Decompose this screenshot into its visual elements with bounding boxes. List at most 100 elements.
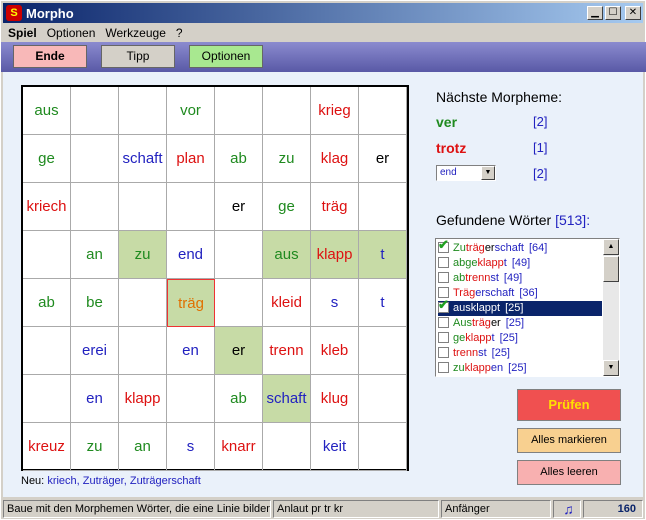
- grid-cell-6-6[interactable]: klug: [311, 375, 359, 423]
- grid-cell-3-1[interactable]: an: [71, 231, 119, 279]
- found-word-item[interactable]: Trägerschaft [36]: [438, 286, 602, 301]
- grid-cell-4-4[interactable]: [215, 279, 263, 327]
- grid-cell-2-5[interactable]: ge: [263, 183, 311, 231]
- found-word-item[interactable]: ausklappt [25]: [438, 298, 602, 316]
- scroll-thumb[interactable]: [603, 256, 619, 282]
- found-word-item[interactable]: Zuträgerschaft [64]: [438, 238, 602, 256]
- grid-cell-5-0[interactable]: [23, 327, 71, 375]
- grid-cell-2-7[interactable]: [359, 183, 407, 231]
- grid-cell-6-3[interactable]: [167, 375, 215, 423]
- grid-cell-1-0[interactable]: ge: [23, 135, 71, 183]
- grid-cell-1-3[interactable]: plan: [167, 135, 215, 183]
- grid-cell-6-2[interactable]: klapp: [119, 375, 167, 423]
- scroll-down-icon[interactable]: ▼: [603, 360, 619, 376]
- tip-button[interactable]: Tipp: [101, 45, 175, 68]
- found-word-item[interactable]: abtrennst [49]: [438, 271, 602, 286]
- grid-cell-4-0[interactable]: ab: [23, 279, 71, 327]
- grid-cell-7-4[interactable]: knarr: [215, 423, 263, 471]
- grid-cell-5-4[interactable]: er: [215, 327, 263, 375]
- grid-cell-6-1[interactable]: en: [71, 375, 119, 423]
- grid-cell-5-6[interactable]: kleb: [311, 327, 359, 375]
- grid-cell-4-5[interactable]: kleid: [263, 279, 311, 327]
- grid-cell-4-3[interactable]: träg: [167, 279, 215, 327]
- menu-spiel[interactable]: Spiel: [3, 26, 42, 40]
- menu-help[interactable]: ?: [171, 26, 188, 40]
- close-button[interactable]: ✕: [625, 6, 641, 20]
- checkbox[interactable]: [438, 332, 449, 343]
- grid-cell-5-1[interactable]: erei: [71, 327, 119, 375]
- grid-cell-5-5[interactable]: trenn: [263, 327, 311, 375]
- grid-cell-0-2[interactable]: [119, 87, 167, 135]
- minimize-button[interactable]: ▁: [587, 6, 603, 20]
- grid-cell-5-7[interactable]: [359, 327, 407, 375]
- grid-cell-1-5[interactable]: zu: [263, 135, 311, 183]
- grid-cell-4-1[interactable]: be: [71, 279, 119, 327]
- checkbox[interactable]: [438, 238, 449, 253]
- grid-cell-2-3[interactable]: [167, 183, 215, 231]
- options-button[interactable]: Optionen: [189, 45, 263, 68]
- grid-cell-2-2[interactable]: [119, 183, 167, 231]
- grid-cell-1-4[interactable]: ab: [215, 135, 263, 183]
- found-word-item[interactable]: abgeklappt [49]: [438, 256, 602, 271]
- scroll-up-icon[interactable]: ▲: [603, 239, 619, 255]
- menu-werkzeuge[interactable]: Werkzeuge: [100, 26, 170, 40]
- chevron-down-icon[interactable]: ▼: [481, 166, 495, 180]
- end-button[interactable]: Ende: [13, 45, 87, 68]
- grid-cell-2-1[interactable]: [71, 183, 119, 231]
- menu-optionen[interactable]: Optionen: [42, 26, 101, 40]
- grid-cell-5-3[interactable]: en: [167, 327, 215, 375]
- grid-cell-0-0[interactable]: aus: [23, 87, 71, 135]
- grid-cell-1-1[interactable]: [71, 135, 119, 183]
- grid-cell-2-6[interactable]: träg: [311, 183, 359, 231]
- music-note-icon[interactable]: ♫: [553, 500, 581, 518]
- grid-cell-0-5[interactable]: [263, 87, 311, 135]
- grid-cell-7-5[interactable]: [263, 423, 311, 471]
- grid-cell-3-3[interactable]: end: [167, 231, 215, 279]
- found-words-list[interactable]: ▲ ▼ Zuträgerschaft[64]abgeklappt[49]abtr…: [435, 238, 620, 377]
- found-word-item[interactable]: Austräger [25]: [438, 316, 602, 331]
- checkbox[interactable]: [438, 317, 449, 328]
- next-morpheme-combo[interactable]: end ▼: [436, 165, 496, 181]
- grid-cell-0-4[interactable]: [215, 87, 263, 135]
- grid-cell-0-7[interactable]: [359, 87, 407, 135]
- grid-cell-1-2[interactable]: schaft: [119, 135, 167, 183]
- grid-cell-7-2[interactable]: an: [119, 423, 167, 471]
- grid-cell-7-6[interactable]: keit: [311, 423, 359, 471]
- grid-cell-0-1[interactable]: [71, 87, 119, 135]
- grid-cell-2-4[interactable]: er: [215, 183, 263, 231]
- mark-all-button[interactable]: Alles markieren: [517, 428, 621, 453]
- grid-cell-3-2[interactable]: zu: [119, 231, 167, 279]
- maximize-button[interactable]: ☐: [605, 6, 621, 20]
- grid-cell-6-0[interactable]: [23, 375, 71, 423]
- grid-cell-7-7[interactable]: [359, 423, 407, 471]
- grid-cell-7-3[interactable]: s: [167, 423, 215, 471]
- grid-cell-7-0[interactable]: kreuz: [23, 423, 71, 471]
- checkbox[interactable]: [438, 362, 449, 373]
- grid-cell-4-2[interactable]: [119, 279, 167, 327]
- grid-cell-7-1[interactable]: zu: [71, 423, 119, 471]
- grid-cell-6-7[interactable]: [359, 375, 407, 423]
- grid-cell-0-3[interactable]: vor: [167, 87, 215, 135]
- grid-cell-5-2[interactable]: [119, 327, 167, 375]
- grid-cell-6-5[interactable]: schaft: [263, 375, 311, 423]
- found-word-item[interactable]: zuklappen [25]: [438, 361, 602, 376]
- grid-cell-3-0[interactable]: [23, 231, 71, 279]
- checkbox[interactable]: [438, 347, 449, 358]
- grid-cell-1-6[interactable]: klag: [311, 135, 359, 183]
- grid-cell-4-7[interactable]: t: [359, 279, 407, 327]
- grid-cell-3-7[interactable]: t: [359, 231, 407, 279]
- grid-cell-1-7[interactable]: er: [359, 135, 407, 183]
- checkbox[interactable]: [438, 257, 449, 268]
- found-word-item[interactable]: trennst [25]: [438, 346, 602, 361]
- clear-all-button[interactable]: Alles leeren: [517, 460, 621, 485]
- found-word-item[interactable]: geklappt [25]: [438, 331, 602, 346]
- grid-cell-3-5[interactable]: aus: [263, 231, 311, 279]
- list-scrollbar[interactable]: ▲ ▼: [603, 239, 619, 376]
- grid-cell-6-4[interactable]: ab: [215, 375, 263, 423]
- grid-cell-0-6[interactable]: krieg: [311, 87, 359, 135]
- checkbox[interactable]: [438, 298, 449, 313]
- grid-cell-4-6[interactable]: s: [311, 279, 359, 327]
- checkbox[interactable]: [438, 272, 449, 283]
- grid-cell-3-6[interactable]: klapp: [311, 231, 359, 279]
- check-button[interactable]: Prüfen: [517, 389, 621, 421]
